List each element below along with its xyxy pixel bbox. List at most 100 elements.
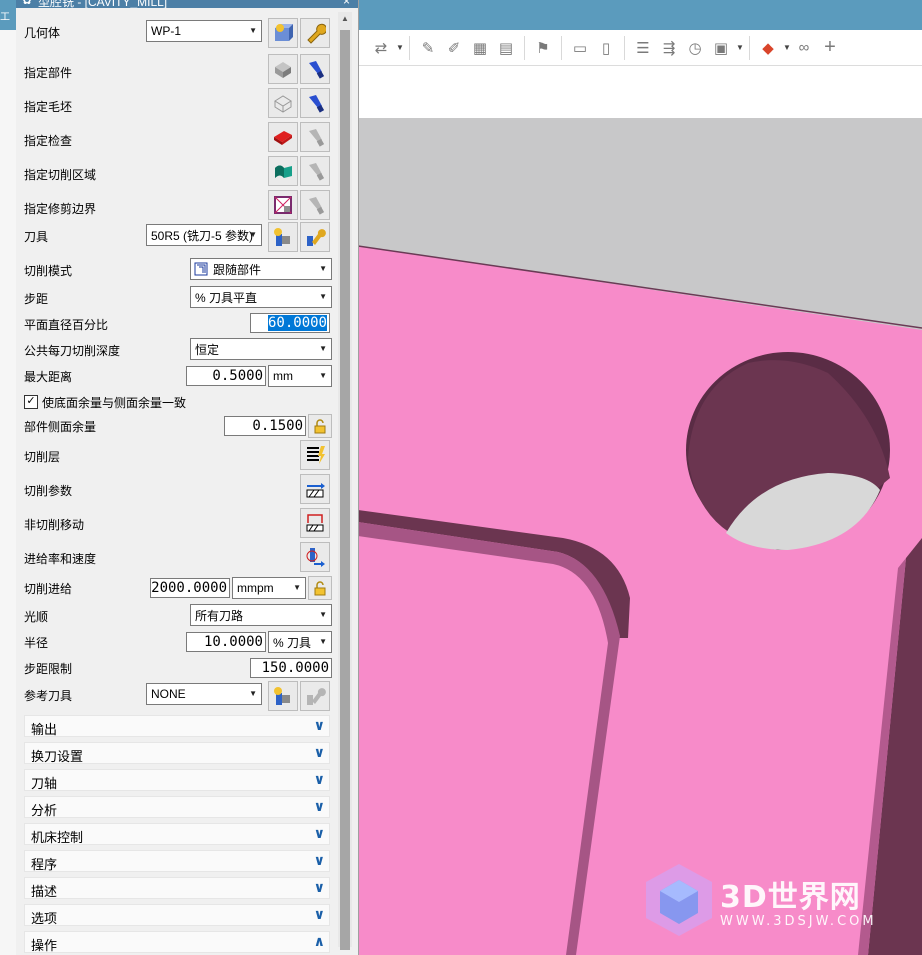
display-trim-button[interactable]: [300, 190, 330, 220]
cut-levels-button[interactable]: [300, 440, 330, 470]
gear-icon[interactable]: ✿: [22, 0, 32, 7]
chevron-down-icon: ▼: [249, 26, 257, 35]
radius-unit-select[interactable]: % 刀具 ▼: [268, 631, 332, 653]
depth-per-cut-select[interactable]: 恒定 ▼: [190, 338, 332, 360]
cut-feed-lock-button[interactable]: [308, 576, 332, 600]
tool-select[interactable]: 50R5 (铣刀-5 参数) ▼: [146, 224, 262, 246]
cut-feed-input[interactable]: 2000.0000: [150, 578, 230, 598]
max-distance-input[interactable]: 0.5000: [186, 366, 266, 386]
dialog-titlebar[interactable]: ✿ 型腔铣 - [CAVITY_MILL] ×: [16, 0, 358, 8]
flashlight-disabled-icon: [309, 163, 325, 181]
display-cut-area-button[interactable]: [300, 156, 330, 186]
flashlight-disabled-icon: [309, 197, 325, 215]
move-icon[interactable]: ⇄: [370, 37, 392, 59]
palette-icon[interactable]: ◆: [757, 37, 779, 59]
select-check-button[interactable]: [268, 122, 298, 152]
side-stock-lock-button[interactable]: [308, 414, 332, 438]
part-side-stock-input[interactable]: 0.1500: [224, 416, 306, 436]
model-view: [358, 245, 922, 955]
edit-tool-icon-2[interactable]: ✐: [443, 37, 465, 59]
chevron-down-icon: ▼: [319, 637, 327, 646]
edit-tool-icon[interactable]: ✎: [417, 37, 439, 59]
section-program[interactable]: 程序 ∨: [24, 850, 330, 872]
non-cutting-moves-label: 非切削移动: [24, 518, 85, 532]
feeds-speeds-button[interactable]: [300, 542, 330, 572]
clock-icon[interactable]: ◷: [684, 37, 706, 59]
list-icon[interactable]: ☰: [632, 37, 654, 59]
step-limit-input[interactable]: 150.0000: [250, 658, 332, 678]
grid-icon[interactable]: ▦: [469, 37, 491, 59]
section-description[interactable]: 描述 ∨: [24, 877, 330, 899]
display-part-button[interactable]: [300, 54, 330, 84]
app-left-tab[interactable]: 工: [0, 8, 16, 23]
select-part-button[interactable]: [268, 54, 298, 84]
flat-diameter-percent-input[interactable]: 60.0000: [250, 313, 330, 333]
stepover-label: 步距: [24, 292, 49, 306]
list-arrow-icon[interactable]: ⇶: [658, 37, 680, 59]
edit-tool-button[interactable]: [300, 222, 330, 252]
edit-reference-tool-button[interactable]: [300, 681, 330, 711]
cut-pattern-value: 跟随部件: [213, 262, 262, 277]
section-label: 刀轴: [31, 776, 58, 791]
link-icon[interactable]: ∞: [793, 37, 815, 59]
section-options[interactable]: 选项 ∨: [24, 904, 330, 926]
cut-parameters-button[interactable]: [300, 474, 330, 504]
section-analysis[interactable]: 分析 ∨: [24, 796, 330, 818]
display-icon[interactable]: ▭: [569, 37, 591, 59]
new-geometry-button[interactable]: [268, 18, 298, 48]
verify-icon[interactable]: ▣: [710, 37, 732, 59]
cavity-mill-dialog: ✿ 型腔铣 - [CAVITY_MILL] × ▲ 几何体 WP-1 ▼ 指定部…: [16, 0, 359, 955]
dropdown-arrow-icon[interactable]: ▼: [783, 43, 791, 52]
graphics-viewport[interactable]: [358, 118, 922, 955]
section-output[interactable]: 输出 ∨: [24, 715, 330, 737]
cut-parameters-label: 切削参数: [24, 484, 73, 498]
display-blank-button[interactable]: [300, 88, 330, 118]
cube-logo-icon: [646, 864, 712, 936]
dropdown-arrow-icon[interactable]: ▼: [736, 43, 744, 52]
max-distance-unit-select[interactable]: mm ▼: [268, 365, 332, 387]
new-tool-button[interactable]: [268, 222, 298, 252]
max-distance-unit: mm: [273, 369, 293, 383]
tool-value: 50R5 (铣刀-5 参数): [151, 228, 254, 243]
dialog-scrollbar[interactable]: ▲: [338, 12, 352, 950]
radius-label: 半径: [24, 636, 49, 650]
radius-input[interactable]: 10.0000: [186, 632, 266, 652]
cut-pattern-label: 切削模式: [24, 264, 73, 278]
chevron-down-icon: ∨: [313, 798, 325, 814]
toolbar-separator: [409, 35, 410, 60]
section-tool-axis[interactable]: 刀轴 ∨: [24, 769, 330, 791]
display-check-button[interactable]: [300, 122, 330, 152]
section-machine-control[interactable]: 机床控制 ∨: [24, 823, 330, 845]
flag-icon[interactable]: ⚑: [532, 37, 554, 59]
section-label: 程序: [31, 857, 58, 872]
step-limit-value: 150.0000: [261, 660, 329, 676]
section-actions[interactable]: 操作 ∧: [24, 931, 330, 953]
smoothing-value: 所有刀路: [195, 608, 244, 623]
blank-icon: [274, 95, 292, 113]
table-icon[interactable]: ▤: [495, 37, 517, 59]
cut-pattern-select[interactable]: 跟随部件 ▼: [190, 258, 332, 280]
smoothing-select[interactable]: 所有刀路 ▼: [190, 604, 332, 626]
watermark-url: WWW.3DSJW.COM: [720, 914, 877, 929]
max-distance-label: 最大距离: [24, 370, 73, 384]
select-cut-area-button[interactable]: [268, 156, 298, 186]
scroll-up-icon[interactable]: ▲: [338, 12, 352, 26]
select-blank-button[interactable]: [268, 88, 298, 118]
cut-feed-unit-select[interactable]: mmpm ▼: [232, 577, 306, 599]
scroll-thumb[interactable]: [340, 30, 350, 950]
floor-same-as-side-checkbox[interactable]: ✓: [24, 395, 38, 409]
cut-feed-label: 切削进给: [24, 582, 73, 596]
main-toolbar: ⇄ ▼ ✎ ✐ ▦ ▤ ⚑ ▭ ▯ ☰ ⇶ ◷ ▣ ▼ ◆ ▼ ∞ +: [358, 30, 922, 66]
section-tool-change[interactable]: 换刀设置 ∨: [24, 742, 330, 764]
select-trim-button[interactable]: [268, 190, 298, 220]
plus-icon[interactable]: +: [819, 36, 841, 59]
reference-tool-select[interactable]: NONE ▼: [146, 683, 262, 705]
close-button[interactable]: ×: [343, 0, 350, 8]
geometry-select[interactable]: WP-1 ▼: [146, 20, 262, 42]
new-reference-tool-button[interactable]: [268, 681, 298, 711]
dropdown-arrow-icon[interactable]: ▼: [396, 43, 404, 52]
non-cutting-moves-button[interactable]: [300, 508, 330, 538]
edit-geometry-button[interactable]: [300, 18, 330, 48]
stepover-select[interactable]: % 刀具平直 ▼: [190, 286, 332, 308]
document-icon[interactable]: ▯: [595, 37, 617, 59]
